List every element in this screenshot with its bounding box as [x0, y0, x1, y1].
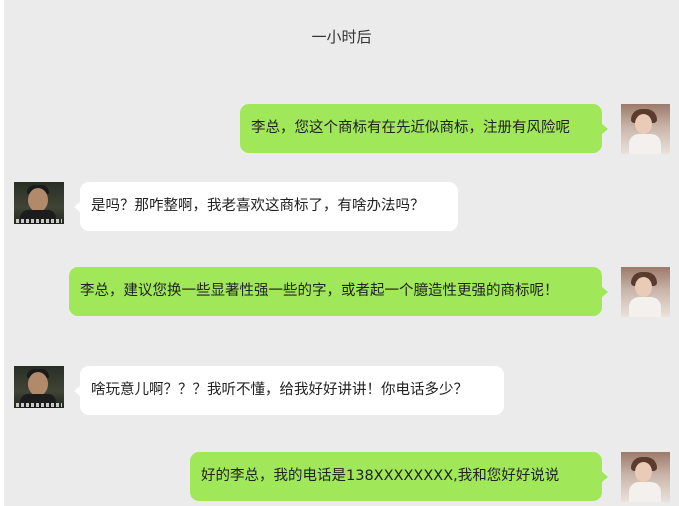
user-avatar[interactable]: [621, 452, 670, 502]
contact-avatar[interactable]: [14, 182, 64, 224]
message-bubble-outgoing[interactable]: 好的李总，我的电话是138XXXXXXXX,我和您好好说说: [190, 452, 608, 501]
contact-avatar[interactable]: [14, 366, 64, 408]
message-bubble-outgoing[interactable]: 李总，您这个商标有在先近似商标，注册有风险呢: [240, 104, 608, 153]
time-divider: 一小时后: [311, 28, 372, 46]
message-bubble-incoming[interactable]: 啥玩意儿啊？？？我听不懂，给我好好讲讲！你电话多少？: [74, 366, 504, 415]
chat-window: 一小时后 李总，您这个商标有在先近似商标，注册有风险呢 是吗？那咋整啊，我老喜欢…: [4, 0, 679, 506]
user-avatar[interactable]: [621, 267, 670, 317]
message-bubble-outgoing[interactable]: 李总，建议您换一些显著性强一些的字，或者起一个臆造性更强的商标呢！: [69, 267, 608, 316]
user-avatar[interactable]: [621, 104, 670, 154]
message-bubble-incoming[interactable]: 是吗？那咋整啊，我老喜欢这商标了，有啥办法吗？: [74, 182, 458, 231]
